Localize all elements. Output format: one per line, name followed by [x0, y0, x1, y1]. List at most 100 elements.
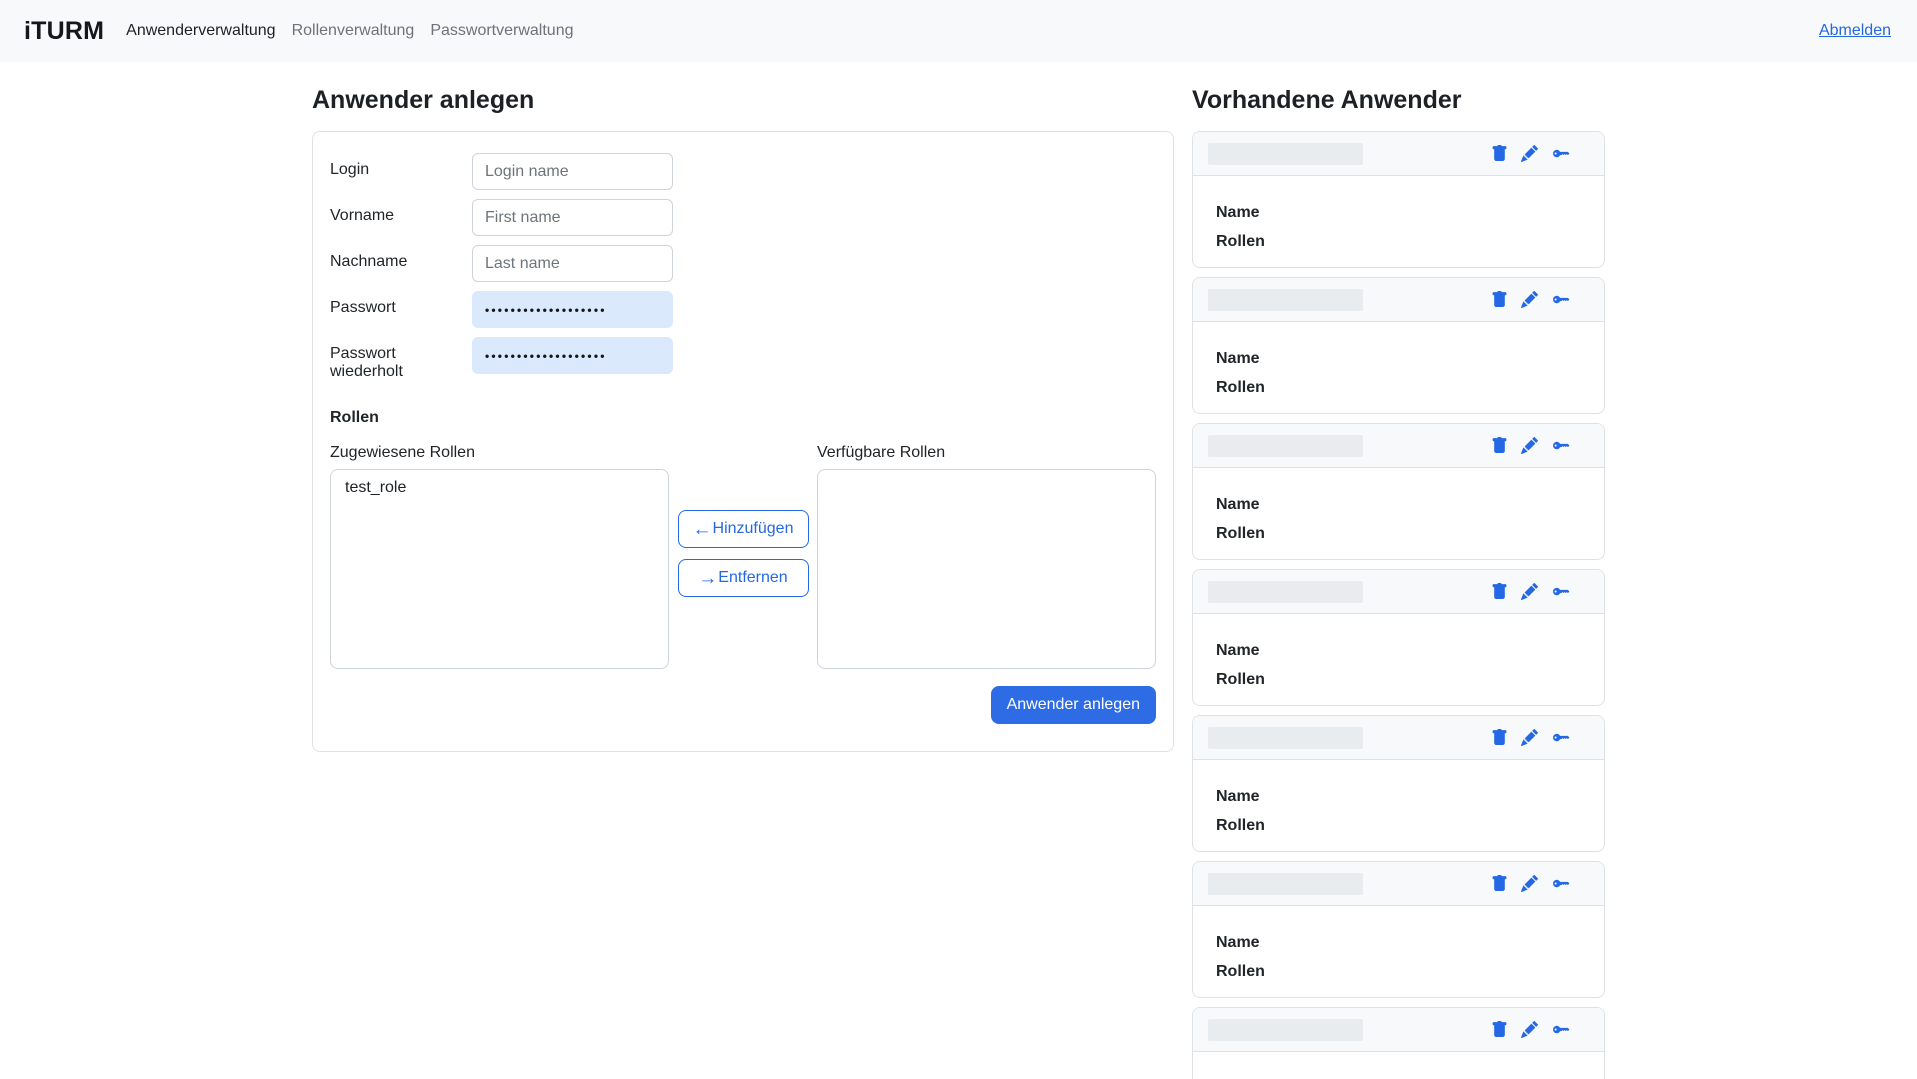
nav-item-2[interactable]: Passwortverwaltung: [422, 14, 581, 48]
user-name-label: Name: [1216, 202, 1346, 223]
form-field-row: Passwort: [330, 291, 1156, 328]
add-role-button-label: Hinzufügen: [713, 520, 794, 538]
pencil-icon: [1521, 145, 1538, 162]
field-label: Passwort: [330, 291, 472, 328]
user-roles-label: Rollen: [1216, 961, 1346, 982]
user-name-row: Name: [1216, 494, 1604, 515]
user-roles-row: Rollen: [1216, 961, 1604, 982]
user-roles-row: Rollen: [1216, 377, 1604, 398]
remove-role-button[interactable]: → Entfernen: [678, 559, 809, 597]
user-roles-row: Rollen: [1216, 815, 1604, 836]
trash-icon: [1491, 875, 1508, 892]
user-name-label: Name: [1216, 640, 1346, 661]
assigned-roles-listbox[interactable]: test_role: [330, 469, 669, 669]
delete-user-button[interactable]: [1491, 729, 1508, 746]
form-fields: Login Vorname Nachname Passwort Passwort…: [330, 153, 1156, 381]
delete-user-button[interactable]: [1491, 437, 1508, 454]
assigned-roles-label: Zugewiesene Rollen: [330, 444, 669, 462]
user-roles-row: Rollen: [1216, 669, 1604, 690]
user-card-body: Name Vanessa Heide Rollen: [1193, 1052, 1604, 1079]
pencil-icon: [1521, 875, 1538, 892]
set-password-button[interactable]: [1551, 729, 1572, 746]
edit-user-button[interactable]: [1521, 729, 1538, 746]
trash-icon: [1491, 1021, 1508, 1038]
user-card-actions: [1491, 729, 1572, 746]
edit-user-button[interactable]: [1521, 583, 1538, 600]
edit-user-button[interactable]: [1521, 145, 1538, 162]
field-label: Login: [330, 153, 472, 190]
navbar: iTURM AnwenderverwaltungRollenverwaltung…: [0, 0, 1917, 62]
user-card-header: [1193, 424, 1604, 468]
pencil-icon: [1521, 1021, 1538, 1038]
key-icon: [1551, 875, 1572, 892]
user-card-body: Name Rollen: [1193, 468, 1604, 544]
user-card: Name Rollen: [1192, 131, 1605, 268]
vorname-input[interactable]: [472, 199, 673, 236]
user-roles-label: Rollen: [1216, 377, 1346, 398]
set-password-button[interactable]: [1551, 437, 1572, 454]
nav-item-1[interactable]: Rollenverwaltung: [284, 14, 423, 48]
form-field-row: Vorname: [330, 199, 1156, 236]
roles-section-label: Rollen: [330, 409, 1156, 427]
role-transfer-buttons: ← Hinzufügen → Entfernen: [669, 444, 817, 669]
set-password-button[interactable]: [1551, 291, 1572, 308]
passwort-input[interactable]: [472, 291, 673, 328]
user-card-header: [1193, 570, 1604, 614]
trash-icon: [1491, 145, 1508, 162]
delete-user-button[interactable]: [1491, 1021, 1508, 1038]
create-user-submit-button[interactable]: Anwender anlegen: [991, 686, 1156, 724]
skeleton-placeholder: [1208, 873, 1363, 895]
edit-user-button[interactable]: [1521, 875, 1538, 892]
user-name-label: Name: [1216, 932, 1346, 953]
user-roles-row: Rollen: [1216, 231, 1604, 252]
available-roles-listbox[interactable]: [817, 469, 1156, 669]
add-role-button[interactable]: ← Hinzufügen: [678, 510, 809, 548]
edit-user-button[interactable]: [1521, 1021, 1538, 1038]
delete-user-button[interactable]: [1491, 583, 1508, 600]
user-roles-label: Rollen: [1216, 669, 1346, 690]
create-user-form-card: Login Vorname Nachname Passwort Passwort…: [312, 131, 1174, 752]
user-card-header: [1193, 862, 1604, 906]
logout-link[interactable]: Abmelden: [1819, 22, 1891, 40]
user-card: Name Vanessa Heide Rollen: [1192, 1007, 1605, 1079]
user-card: Name Rollen: [1192, 861, 1605, 998]
user-card-body: Name Rollen: [1193, 322, 1604, 398]
delete-user-button[interactable]: [1491, 145, 1508, 162]
key-icon: [1551, 729, 1572, 746]
user-card-actions: [1491, 291, 1572, 308]
key-icon: [1551, 583, 1572, 600]
edit-user-button[interactable]: [1521, 437, 1538, 454]
user-card: Name Rollen: [1192, 569, 1605, 706]
user-card-list: Name Rollen: [1192, 131, 1605, 1079]
assigned-roles-column: Zugewiesene Rollen test_role: [330, 444, 669, 669]
user-card-body: Name Rollen: [1193, 906, 1604, 982]
arrow-right-icon: →: [698, 569, 717, 588]
user-card: Name Rollen: [1192, 423, 1605, 560]
nav-item-0[interactable]: Anwenderverwaltung: [118, 14, 283, 48]
set-password-button[interactable]: [1551, 583, 1572, 600]
form-field-row: Passwort wiederholt: [330, 337, 1156, 381]
set-password-button[interactable]: [1551, 145, 1572, 162]
role-option[interactable]: test_role: [331, 470, 668, 506]
user-roles-label: Rollen: [1216, 523, 1346, 544]
login-input[interactable]: [472, 153, 673, 190]
user-name-label: Name: [1216, 786, 1346, 807]
set-password-button[interactable]: [1551, 1021, 1572, 1038]
edit-user-button[interactable]: [1521, 291, 1538, 308]
passwort-wiederholt-input[interactable]: [472, 337, 673, 374]
user-card-actions: [1491, 145, 1572, 162]
form-field-row: Nachname: [330, 245, 1156, 282]
skeleton-placeholder: [1208, 581, 1363, 603]
brand-logo[interactable]: iTURM: [24, 17, 104, 46]
user-roles-row: Rollen: [1216, 523, 1604, 544]
pencil-icon: [1521, 291, 1538, 308]
pencil-icon: [1521, 729, 1538, 746]
submit-row: Anwender anlegen: [330, 686, 1156, 724]
nachname-input[interactable]: [472, 245, 673, 282]
set-password-button[interactable]: [1551, 875, 1572, 892]
remove-role-button-label: Entfernen: [718, 569, 787, 587]
key-icon: [1551, 437, 1572, 454]
delete-user-button[interactable]: [1491, 875, 1508, 892]
delete-user-button[interactable]: [1491, 291, 1508, 308]
user-roles-label: Rollen: [1216, 815, 1346, 836]
